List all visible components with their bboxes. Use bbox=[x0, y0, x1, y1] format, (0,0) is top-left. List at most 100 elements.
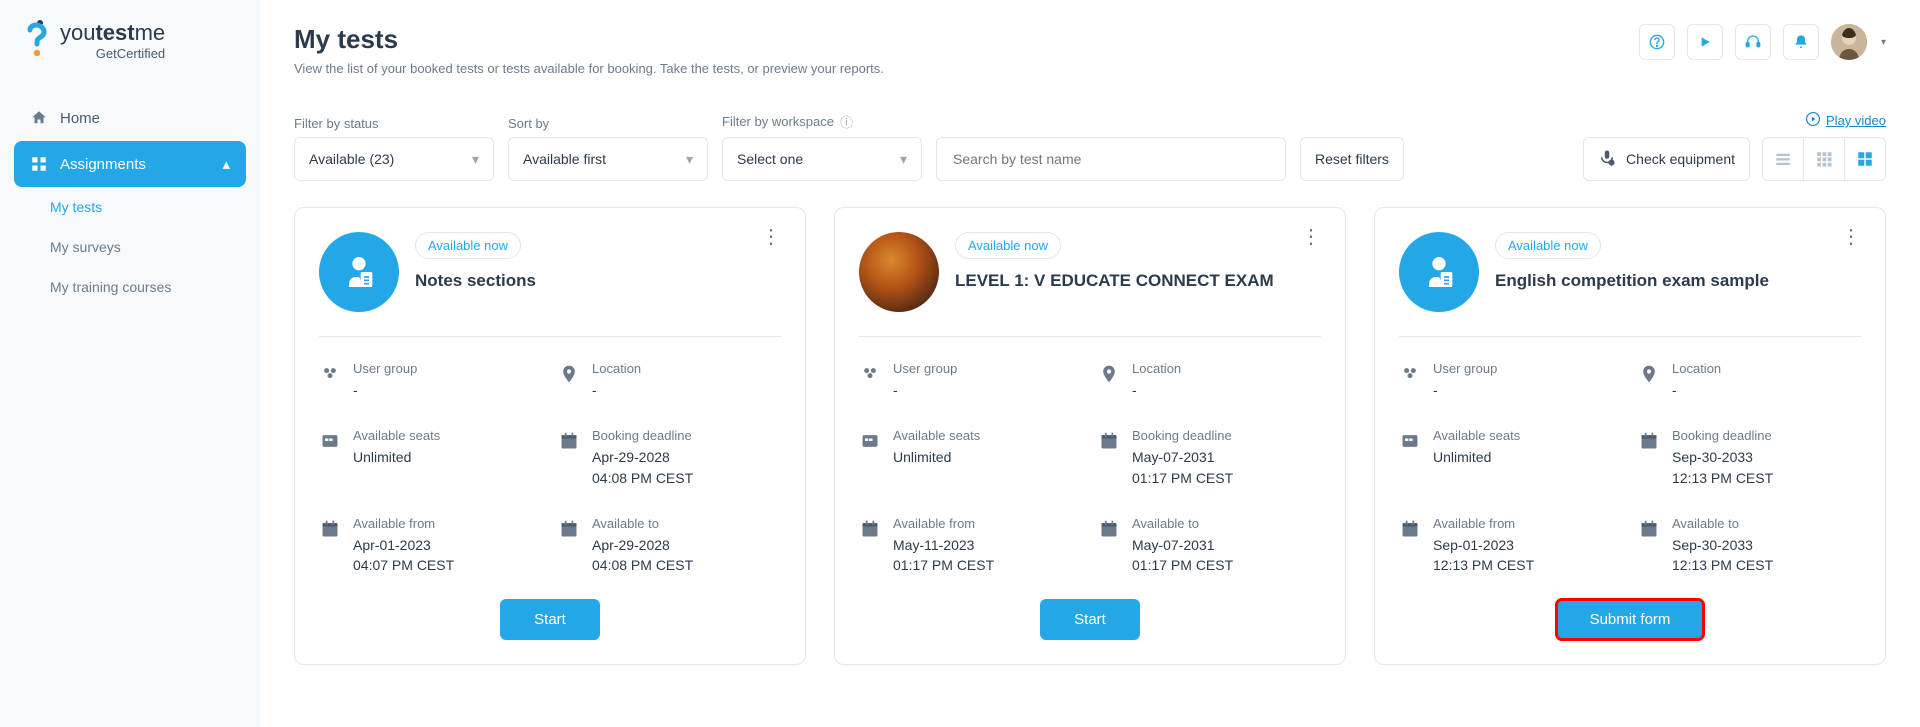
user-group-value: - bbox=[893, 380, 957, 400]
nav-home[interactable]: Home bbox=[14, 95, 246, 141]
notifications-button[interactable] bbox=[1783, 24, 1819, 60]
seats-value: Unlimited bbox=[893, 447, 980, 467]
card-menu-button[interactable]: ⋮ bbox=[1301, 232, 1321, 242]
status-badge: Available now bbox=[1495, 232, 1601, 259]
nav-assignments-label: Assignments bbox=[60, 156, 146, 173]
nav-my-training[interactable]: My training courses bbox=[14, 267, 246, 307]
seats-value: Unlimited bbox=[353, 447, 440, 467]
nav-my-surveys[interactable]: My surveys bbox=[14, 227, 246, 267]
help-button[interactable] bbox=[1639, 24, 1675, 60]
header-actions: ▾ bbox=[1639, 24, 1886, 60]
filters-row: Filter by status Available (23) ▾ Sort b… bbox=[294, 112, 1886, 181]
logo-mark-icon bbox=[24, 20, 52, 65]
user-group-label: User group bbox=[893, 361, 957, 376]
user-group-icon bbox=[1399, 363, 1421, 385]
filter-status-label: Filter by status bbox=[294, 116, 494, 131]
from-icon bbox=[859, 518, 881, 540]
test-card: Available now Notes sections ⋮ User grou… bbox=[294, 207, 806, 665]
play-video-link[interactable]: Play video bbox=[1806, 112, 1886, 129]
chevron-up-icon: ▴ bbox=[222, 155, 230, 173]
workspace-select[interactable]: Select one ▾ bbox=[722, 137, 922, 181]
test-title: Notes sections bbox=[415, 271, 781, 291]
check-equipment-label: Check equipment bbox=[1626, 151, 1735, 167]
from-value: Sep-01-202312:13 PM CEST bbox=[1433, 535, 1534, 576]
card-cta-button[interactable]: Start bbox=[1040, 599, 1140, 640]
from-label: Available from bbox=[1433, 516, 1534, 531]
user-group-icon bbox=[319, 363, 341, 385]
seats-label: Available seats bbox=[353, 428, 440, 443]
seats-value: Unlimited bbox=[1433, 447, 1520, 467]
page-title: My tests bbox=[294, 24, 884, 55]
workspace-value: Select one bbox=[737, 151, 803, 167]
location-icon bbox=[1098, 363, 1120, 385]
to-icon bbox=[1098, 518, 1120, 540]
info-icon[interactable]: ⓘ bbox=[840, 112, 853, 131]
test-cards-row: Available now Notes sections ⋮ User grou… bbox=[294, 207, 1886, 665]
search-input-wrapper[interactable] bbox=[936, 137, 1286, 181]
deadline-icon bbox=[1098, 430, 1120, 452]
test-avatar-icon bbox=[859, 232, 939, 312]
nav-home-label: Home bbox=[60, 110, 100, 127]
test-title: English competition exam sample bbox=[1495, 271, 1861, 291]
location-icon bbox=[558, 363, 580, 385]
from-icon bbox=[319, 518, 341, 540]
test-avatar-icon bbox=[1399, 232, 1479, 312]
card-cta-button[interactable]: Start bbox=[500, 599, 600, 640]
user-group-value: - bbox=[1433, 380, 1497, 400]
main-content: My tests View the list of your booked te… bbox=[260, 0, 1920, 727]
view-grid-small-button[interactable] bbox=[1804, 138, 1844, 180]
support-button[interactable] bbox=[1735, 24, 1771, 60]
test-card: Available now English competition exam s… bbox=[1374, 207, 1886, 665]
logo-text: youtestme bbox=[60, 20, 165, 46]
location-value: - bbox=[1672, 380, 1721, 400]
to-label: Available to bbox=[592, 516, 693, 531]
seats-icon bbox=[859, 430, 881, 452]
view-list-button[interactable] bbox=[1763, 138, 1803, 180]
seats-label: Available seats bbox=[893, 428, 980, 443]
sort-label: Sort by bbox=[508, 116, 708, 131]
assignments-icon bbox=[30, 155, 48, 173]
seats-label: Available seats bbox=[1433, 428, 1520, 443]
to-icon bbox=[1638, 518, 1660, 540]
card-cta-button[interactable]: Submit form bbox=[1556, 599, 1705, 640]
location-label: Location bbox=[1132, 361, 1181, 376]
home-icon bbox=[30, 109, 48, 127]
mic-settings-icon bbox=[1598, 149, 1616, 170]
divider bbox=[1399, 336, 1861, 337]
nav-assignments[interactable]: Assignments ▴ bbox=[14, 141, 246, 187]
filter-status-value: Available (23) bbox=[309, 151, 394, 167]
card-menu-button[interactable]: ⋮ bbox=[1841, 232, 1861, 242]
sidebar: youtestme GetCertified Home Assignments … bbox=[0, 0, 260, 727]
seats-icon bbox=[1399, 430, 1421, 452]
location-icon bbox=[1638, 363, 1660, 385]
workspace-label: Filter by workspace ⓘ bbox=[722, 112, 922, 131]
location-value: - bbox=[592, 380, 641, 400]
location-label: Location bbox=[1672, 361, 1721, 376]
deadline-label: Booking deadline bbox=[1672, 428, 1773, 443]
user-group-label: User group bbox=[1433, 361, 1497, 376]
logo-subtext: GetCertified bbox=[60, 46, 165, 61]
search-input[interactable] bbox=[951, 150, 1271, 168]
view-toggle bbox=[1762, 137, 1886, 181]
to-value: Apr-29-202804:08 PM CEST bbox=[592, 535, 693, 576]
avatar-dropdown-icon[interactable]: ▾ bbox=[1881, 37, 1886, 48]
chevron-down-icon: ▾ bbox=[472, 151, 479, 168]
test-title: LEVEL 1: V EDUCATE CONNECT EXAM bbox=[955, 271, 1321, 291]
view-grid-large-button[interactable] bbox=[1845, 138, 1885, 180]
deadline-value: May-07-203101:17 PM CEST bbox=[1132, 447, 1233, 488]
user-group-value: - bbox=[353, 380, 417, 400]
sort-value: Available first bbox=[523, 151, 606, 167]
reset-filters-button[interactable]: Reset filters bbox=[1300, 137, 1404, 181]
card-menu-button[interactable]: ⋮ bbox=[761, 232, 781, 242]
from-label: Available from bbox=[893, 516, 994, 531]
user-avatar[interactable] bbox=[1831, 24, 1867, 60]
brand-logo[interactable]: youtestme GetCertified bbox=[14, 20, 246, 65]
filter-status-select[interactable]: Available (23) ▾ bbox=[294, 137, 494, 181]
chevron-down-icon: ▾ bbox=[900, 151, 907, 168]
nav-my-tests[interactable]: My tests bbox=[14, 187, 246, 227]
play-button[interactable] bbox=[1687, 24, 1723, 60]
check-equipment-button[interactable]: Check equipment bbox=[1583, 137, 1750, 181]
sort-select[interactable]: Available first ▾ bbox=[508, 137, 708, 181]
seats-icon bbox=[319, 430, 341, 452]
test-card: Available now LEVEL 1: V EDUCATE CONNECT… bbox=[834, 207, 1346, 665]
